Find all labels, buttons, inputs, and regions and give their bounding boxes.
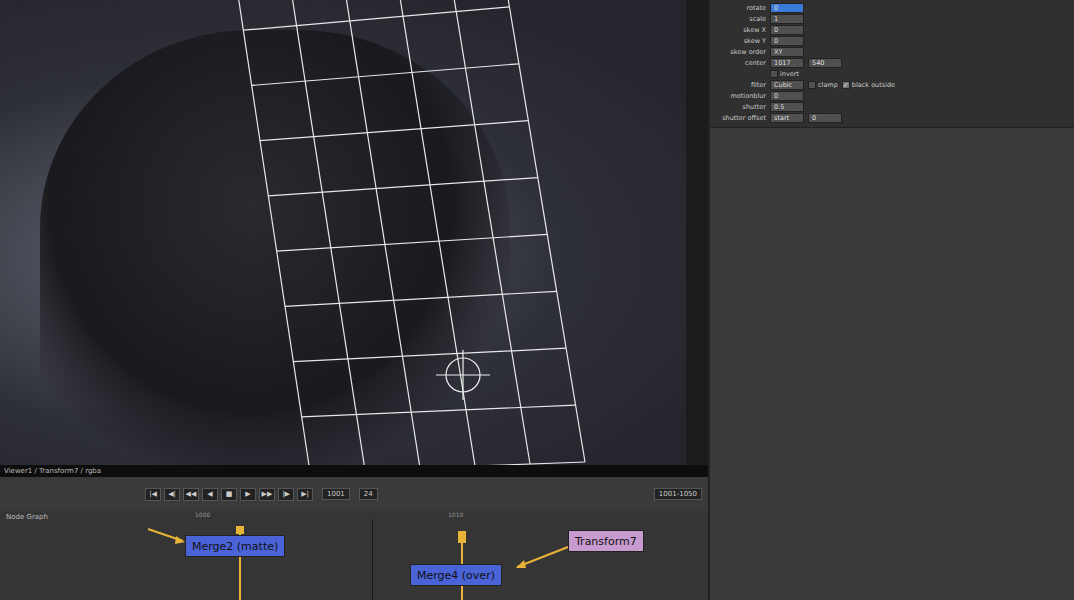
- transport-button[interactable]: ◀◀: [183, 488, 199, 501]
- property-field[interactable]: 1017: [770, 58, 804, 68]
- check-label: clamp: [818, 81, 838, 89]
- transport-button[interactable]: ▶|: [297, 488, 313, 501]
- property-field[interactable]: Cubic: [770, 80, 804, 90]
- property-field[interactable]: 0: [770, 25, 804, 35]
- property-row: shutter offset start 0: [714, 113, 1070, 123]
- checkbox[interactable]: [770, 70, 778, 78]
- node-label: Merge2 (matte): [192, 540, 278, 553]
- property-field[interactable]: 0.5: [770, 102, 804, 112]
- transport-button[interactable]: ■: [221, 488, 237, 501]
- property-field[interactable]: 0: [770, 3, 804, 13]
- property-field[interactable]: 0: [808, 113, 842, 123]
- checkbox[interactable]: ✓: [842, 81, 850, 89]
- transport-button[interactable]: ◀|: [164, 488, 180, 501]
- transport-button[interactable]: |◀: [145, 488, 161, 501]
- property-row: motionblur 0: [714, 91, 1070, 101]
- property-row: shutter 0.5: [714, 102, 1070, 112]
- fps-field[interactable]: 24: [359, 488, 378, 500]
- transport-button[interactable]: ◀: [202, 488, 218, 501]
- property-field[interactable]: 0: [770, 91, 804, 101]
- connections-icon: [0, 511, 708, 600]
- property-label: center: [714, 59, 766, 67]
- transport-button[interactable]: ▶▶: [259, 488, 275, 501]
- property-field[interactable]: 1: [770, 14, 804, 24]
- property-label: shutter offset: [714, 114, 766, 122]
- viewer-edge: [686, 0, 708, 465]
- property-label: skew order: [714, 48, 766, 56]
- transport-button[interactable]: ▶: [240, 488, 256, 501]
- property-field[interactable]: 0: [770, 36, 804, 46]
- left-column: Viewer1 / Transform7 / rgba|◀◀|◀◀◀■▶▶▶|▶…: [0, 0, 708, 600]
- property-field[interactable]: XY: [770, 47, 804, 57]
- property-row: skew Y 0: [714, 36, 1070, 46]
- property-field[interactable]: start: [770, 113, 804, 123]
- ruler-tick: 1000: [195, 511, 210, 518]
- frame-field[interactable]: 1001: [322, 488, 350, 500]
- property-row: scale 1: [714, 14, 1070, 24]
- property-field[interactable]: 540: [808, 58, 842, 68]
- properties: rotate0scale1skew X0skew Y0skew orderXYc…: [710, 0, 1074, 128]
- ruler-tick: 1010: [448, 511, 463, 518]
- property-row: invert: [714, 69, 1070, 79]
- property-label: skew X: [714, 26, 766, 34]
- check-label: invert: [780, 70, 799, 78]
- property-row: skew order XY: [714, 47, 1070, 57]
- property-check[interactable]: invert: [770, 70, 799, 78]
- graph-node[interactable]: Merge2 (matte): [185, 535, 285, 557]
- property-row: skew X 0: [714, 25, 1070, 35]
- property-label: scale: [714, 15, 766, 23]
- viewer[interactable]: [0, 0, 708, 465]
- graph-node[interactable]: Merge4 (over): [410, 564, 502, 586]
- property-label: rotate: [714, 4, 766, 12]
- node-graph-title: Node Graph: [6, 513, 48, 521]
- node-label: Transform7: [575, 535, 637, 548]
- property-check[interactable]: clamp: [808, 81, 838, 89]
- viewer-label: Viewer1 / Transform7 / rgba: [4, 467, 101, 475]
- property-row: filter Cubic clamp ✓black outside: [714, 80, 1070, 90]
- property-check[interactable]: ✓black outside: [842, 81, 895, 89]
- checkbox[interactable]: [808, 81, 816, 89]
- property-label: motionblur: [714, 92, 766, 100]
- property-label: filter: [714, 81, 766, 89]
- transform-grid-icon[interactable]: [0, 0, 708, 465]
- range-field[interactable]: 1001-1050: [654, 488, 702, 500]
- property-row: center 1017 540: [714, 58, 1070, 68]
- graph-node[interactable]: Transform7: [568, 530, 644, 552]
- property-row: rotate 0: [714, 3, 1070, 13]
- transport-bar: |◀◀|◀◀◀■▶▶▶|▶▶|1001241001-1050: [0, 477, 708, 511]
- transport-button[interactable]: |▶: [278, 488, 294, 501]
- properties-panel: rotate0scale1skew X0skew Y0skew orderXYc…: [708, 0, 1074, 600]
- node-label: Merge4 (over): [417, 569, 495, 582]
- node-graph[interactable]: Node Graph 1000 1010 Merge2 (matte) Merge4 (…: [0, 511, 708, 600]
- check-label: black outside: [852, 81, 895, 89]
- property-label: shutter: [714, 103, 766, 111]
- viewer-status-bar: Viewer1 / Transform7 / rgba: [0, 465, 708, 477]
- graph-divider: [372, 519, 373, 600]
- property-label: skew Y: [714, 37, 766, 45]
